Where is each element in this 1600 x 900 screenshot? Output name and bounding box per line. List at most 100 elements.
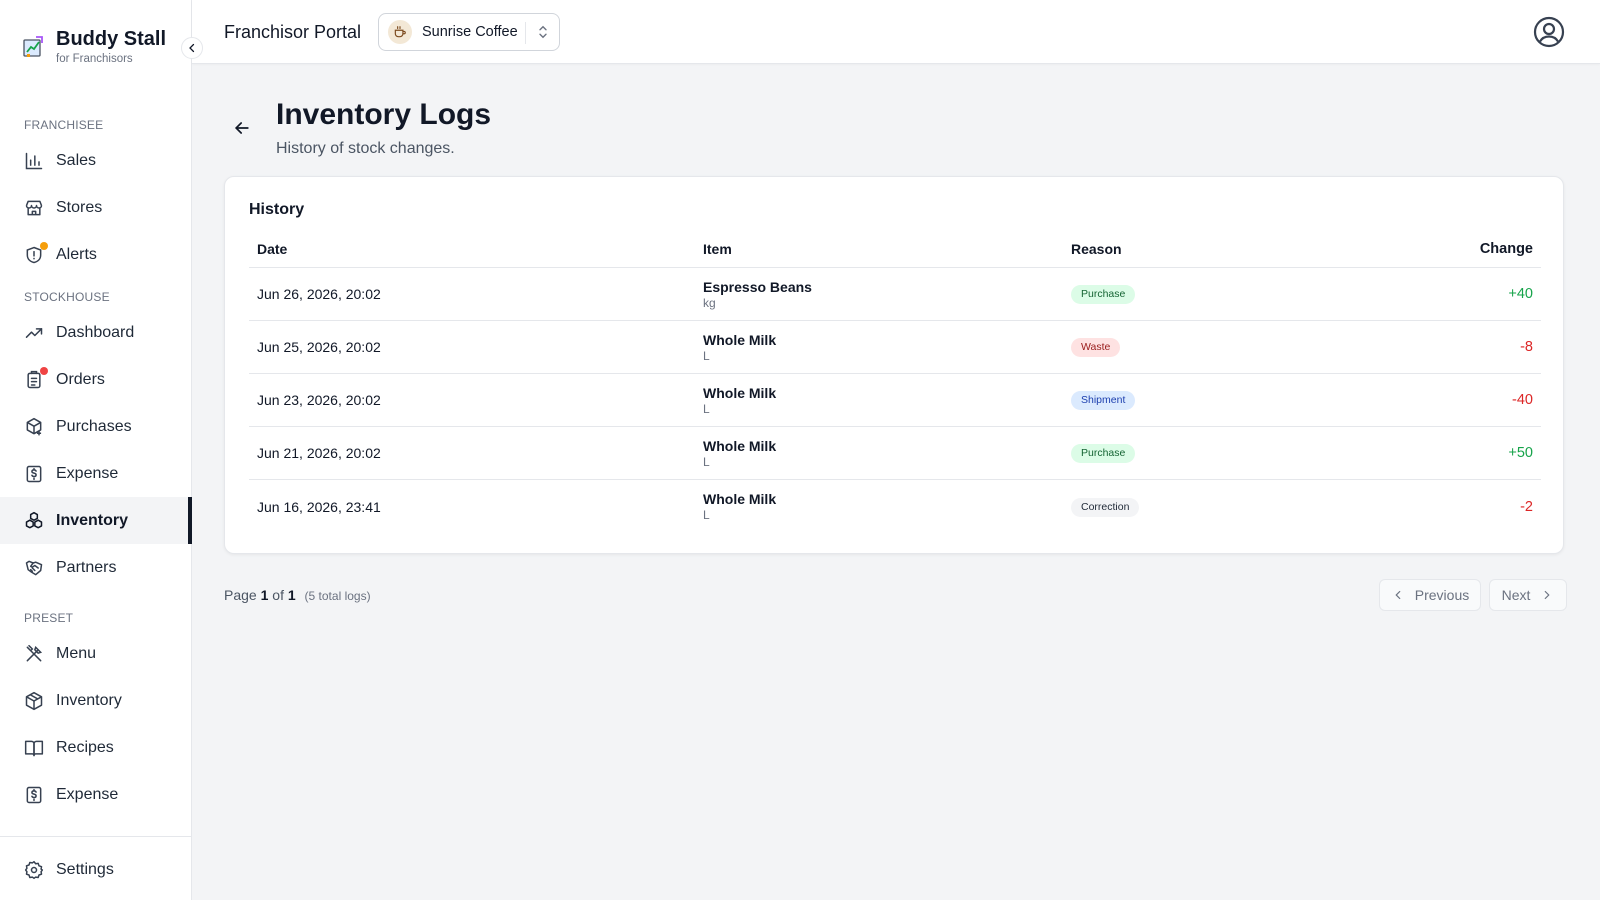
column-header-change: Change xyxy=(1479,241,1533,257)
sidebar-item-label: Partners xyxy=(56,558,117,576)
sidebar-item-partners[interactable]: Partners xyxy=(0,544,192,591)
row-date: Jun 21, 2026, 20:02 xyxy=(257,445,381,461)
next-page-button[interactable]: Next xyxy=(1489,579,1567,611)
row-change: -8 xyxy=(1520,339,1533,355)
sidebar-item-label: Stores xyxy=(56,198,103,216)
item-unit: kg xyxy=(703,295,716,310)
chevron-left-icon xyxy=(1395,590,1401,600)
pagination-of-word: of xyxy=(272,587,284,603)
sidebar-item-alerts[interactable]: Alerts xyxy=(0,231,192,278)
row-change: +40 xyxy=(1508,286,1533,302)
store-selector[interactable]: Sunrise Coffee xyxy=(378,13,560,51)
package-icon xyxy=(24,691,44,711)
section-label-preset: PRESET xyxy=(24,611,74,625)
shield-alert-icon xyxy=(24,241,48,265)
brand-name: Buddy Stall xyxy=(56,28,167,50)
table-body: Jun 26, 2026, 20:02 Espresso Beans kg Purch… xyxy=(249,268,1541,533)
row-date: Jun 26, 2026, 20:02 xyxy=(257,286,381,302)
store-selector-divider xyxy=(525,22,526,44)
table-row: Jun 16, 2026, 23:41 Whole Milk L Correction… xyxy=(249,480,1541,533)
pagination-current-page: 1 xyxy=(260,587,269,603)
sidebar-item-label: Settings xyxy=(56,860,114,878)
bar-chart-icon xyxy=(24,151,44,171)
column-header-date: Date xyxy=(257,241,288,257)
sidebar-item-expense[interactable]: Expense xyxy=(0,450,192,497)
pagination-total-logs: (5 total logs) xyxy=(304,589,371,603)
row-item: Whole Milk L xyxy=(695,384,1063,417)
sidebar-item-preset-expense[interactable]: Expense xyxy=(0,771,192,818)
sidebar-item-label: Alerts xyxy=(56,245,97,263)
item-unit: L xyxy=(703,401,710,416)
previous-page-button[interactable]: Previous xyxy=(1379,579,1481,611)
reason-badge: Shipment xyxy=(1071,391,1136,410)
sidebar-item-label: Inventory xyxy=(56,691,122,709)
history-table: Date Item Reason Change Jun 26, 2026, 20… xyxy=(249,231,1541,533)
row-reason: Purchase xyxy=(1063,443,1431,463)
sidebar-item-label: Recipes xyxy=(56,738,114,756)
back-arrow-icon[interactable] xyxy=(232,118,252,138)
sidebar-item-label: Dashboard xyxy=(56,323,135,341)
row-item: Espresso Beans kg xyxy=(695,278,1063,311)
item-name: Whole Milk xyxy=(703,491,777,507)
item-unit: L xyxy=(703,454,710,469)
row-date: Jun 16, 2026, 23:41 xyxy=(257,498,381,515)
sidebar-item-purchases[interactable]: Purchases xyxy=(0,403,192,450)
brand-subtitle: for Franchisors xyxy=(56,53,133,65)
store-icon xyxy=(24,198,44,218)
item-unit: L xyxy=(703,508,710,522)
sidebar-item-orders[interactable]: Orders xyxy=(0,356,192,403)
coffee-icon xyxy=(388,20,412,44)
section-label-franchisee: FRANCHISEE xyxy=(24,118,104,132)
portal-title: Franchisor Portal xyxy=(224,22,362,42)
store-name: Sunrise Coffee xyxy=(422,24,518,40)
sidebar-item-label: Expense xyxy=(56,785,119,803)
previous-label: Previous xyxy=(1414,587,1470,603)
boxes-icon xyxy=(24,511,44,531)
chevron-right-icon xyxy=(1545,590,1550,600)
column-header-reason: Reason xyxy=(1071,241,1122,257)
book-open-icon xyxy=(24,738,44,758)
receipt-dollar-icon xyxy=(24,785,44,805)
sidebar-item-menu[interactable]: Menu xyxy=(0,630,192,677)
brand[interactable]: Buddy Stall for Franchisors xyxy=(22,26,166,66)
item-name: Espresso Beans xyxy=(703,278,812,295)
sidebar-item-settings[interactable]: Settings xyxy=(0,846,192,893)
sidebar-item-stores[interactable]: Stores xyxy=(0,184,192,231)
sidebar-divider xyxy=(0,836,192,837)
history-card: History Date Item Reason Change Jun 26, … xyxy=(224,176,1564,554)
sidebar-item-recipes[interactable]: Recipes xyxy=(0,724,192,771)
row-reason: Correction xyxy=(1063,497,1431,517)
row-reason: Purchase xyxy=(1063,284,1431,304)
item-name: Whole Milk xyxy=(703,384,777,401)
row-date: Jun 23, 2026, 20:02 xyxy=(257,392,381,408)
sidebar: Buddy Stall for Franchisors FRANCHISEE S… xyxy=(0,0,192,900)
reason-badge: Correction xyxy=(1071,497,1140,517)
sidebar-item-dashboard[interactable]: Dashboard xyxy=(0,309,192,356)
item-name: Whole Milk xyxy=(703,331,777,348)
reason-badge: Waste xyxy=(1071,338,1121,357)
row-item: Whole Milk L xyxy=(695,437,1063,470)
trending-up-icon xyxy=(24,323,44,343)
pagination-page-word: Page xyxy=(224,587,257,603)
reason-badge: Purchase xyxy=(1071,444,1136,463)
next-label: Next xyxy=(1501,587,1531,603)
sidebar-item-label: Inventory xyxy=(56,511,129,529)
row-change: +50 xyxy=(1508,445,1533,461)
table-row: Jun 25, 2026, 20:02 Whole Milk L Waste -8 xyxy=(249,321,1541,374)
sidebar-item-sales[interactable]: Sales xyxy=(0,137,192,184)
sidebar-collapse-button[interactable] xyxy=(181,37,203,59)
sidebar-item-label: Menu xyxy=(56,644,97,662)
row-item: Whole Milk L xyxy=(695,490,1063,523)
pagination-info: Page 1 of 1 (5 total logs) xyxy=(224,587,371,603)
section-label-stockhouse: STOCKHOUSE xyxy=(24,290,110,304)
user-account-icon[interactable] xyxy=(1533,16,1565,48)
sidebar-item-inventory-active[interactable]: Inventory xyxy=(0,497,192,544)
brand-logo-icon xyxy=(23,36,43,57)
table-row: Jun 21, 2026, 20:02 Whole Milk L Purchase +5… xyxy=(249,427,1541,480)
row-item: Whole Milk L xyxy=(695,331,1063,364)
table-row: Jun 26, 2026, 20:02 Espresso Beans kg Purch… xyxy=(249,268,1541,321)
column-header-item: Item xyxy=(703,241,732,257)
sidebar-item-label: Sales xyxy=(56,151,97,169)
sidebar-item-preset-inventory[interactable]: Inventory xyxy=(0,677,192,724)
page-subtitle: History of stock changes. xyxy=(276,140,455,157)
